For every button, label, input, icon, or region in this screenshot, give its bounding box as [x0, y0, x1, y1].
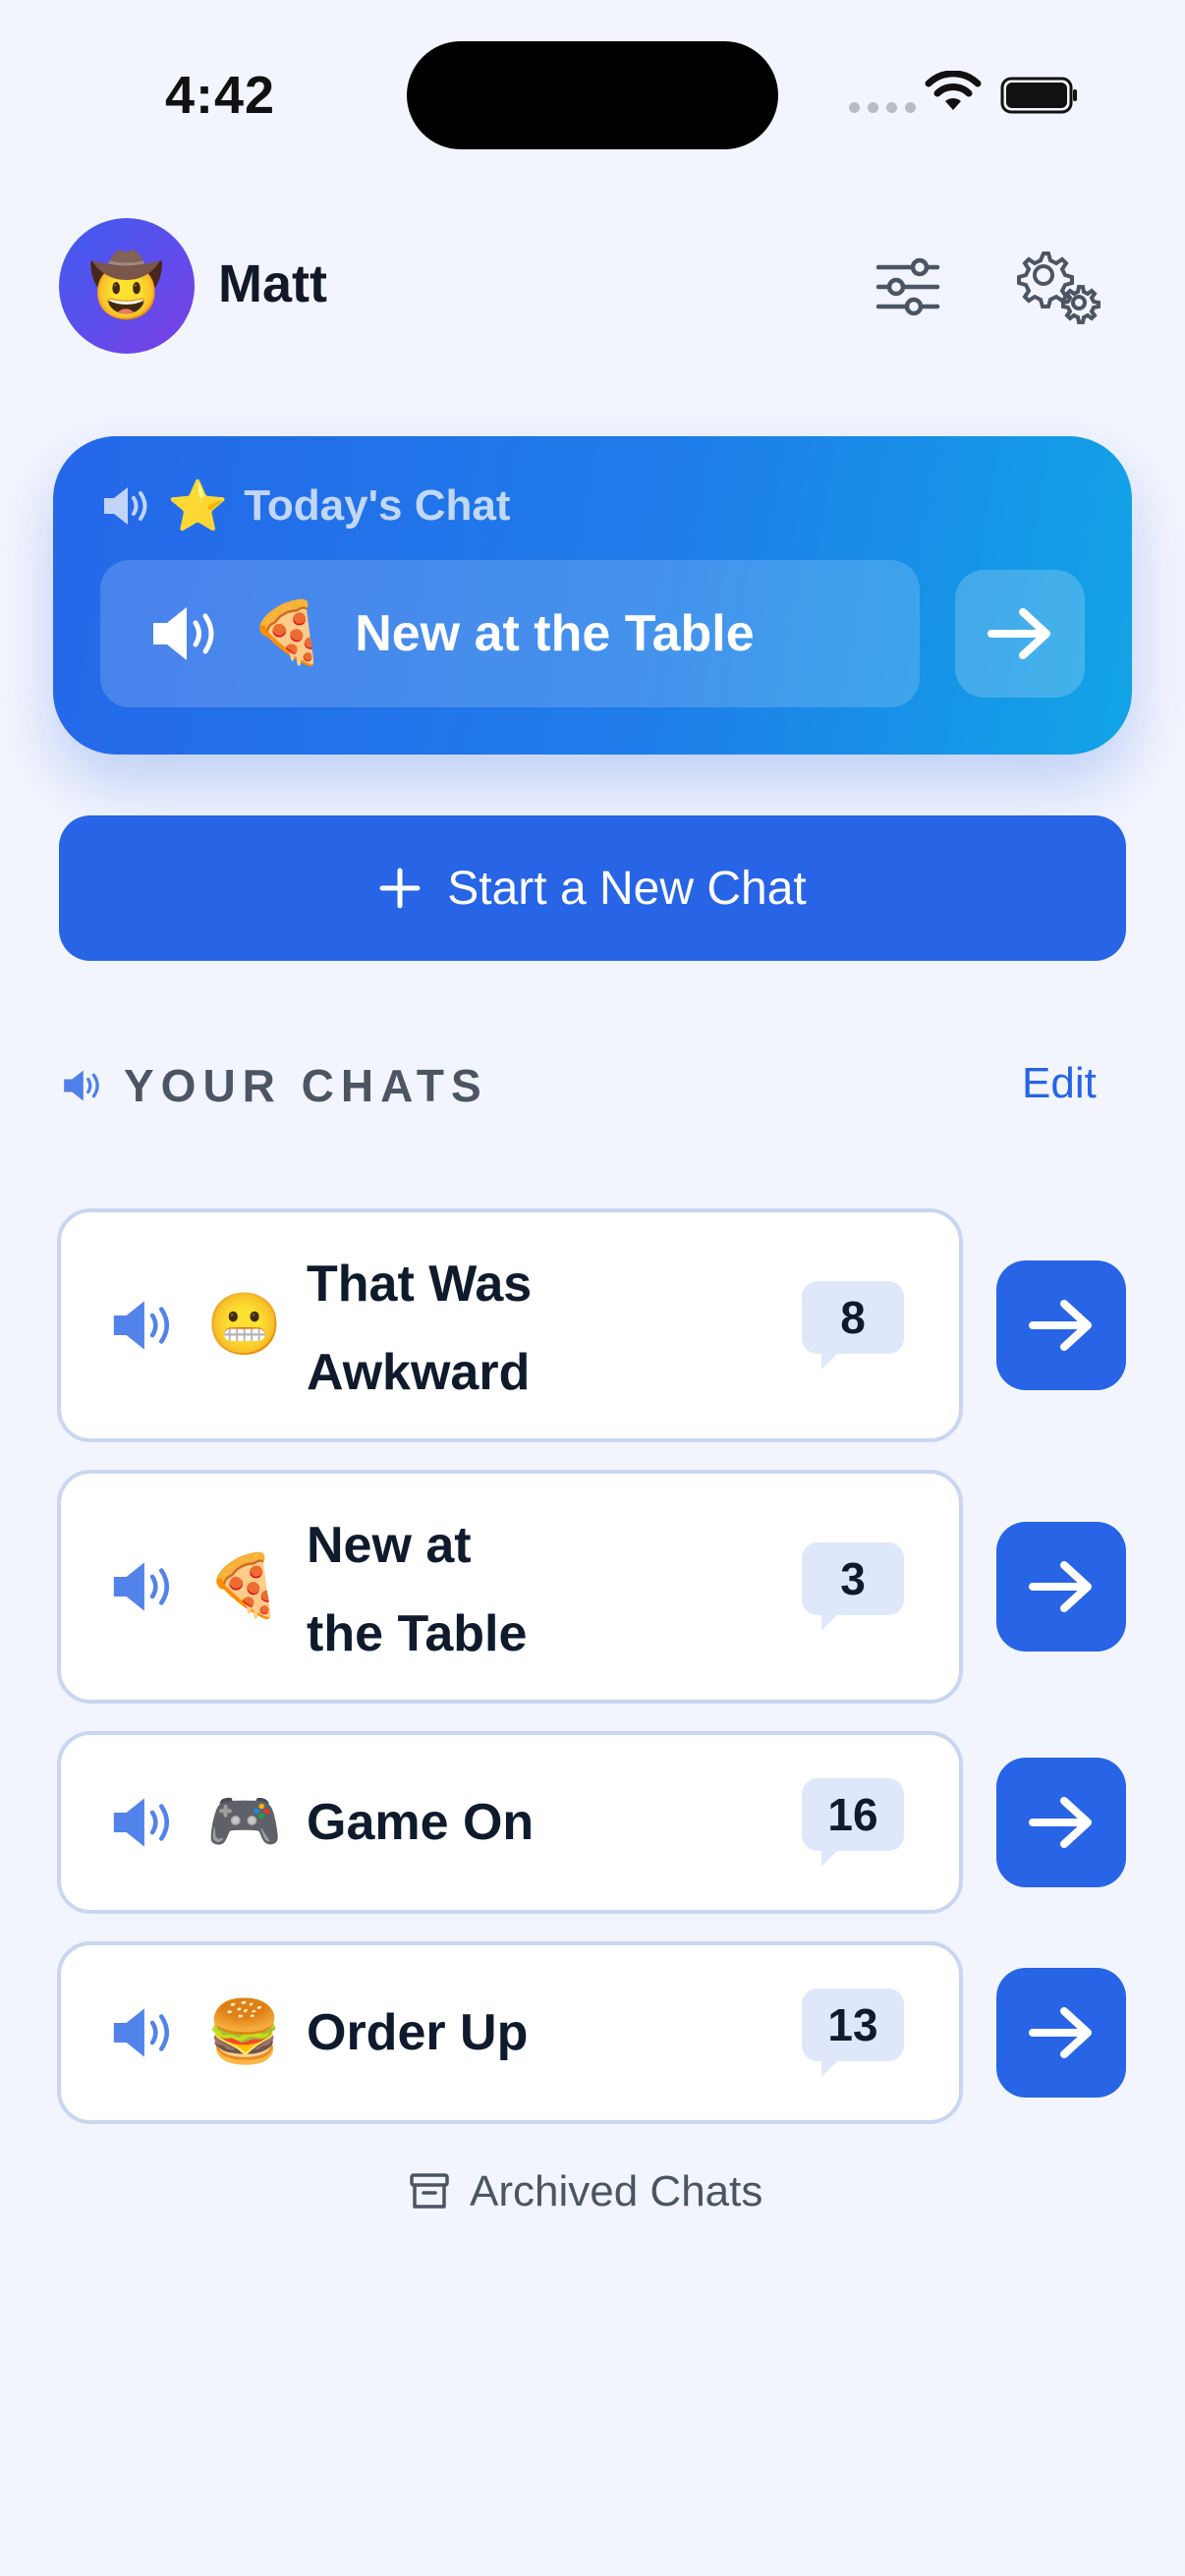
archived-chats-link[interactable]: Archived Chats — [409, 2167, 762, 2216]
todays-chat-label: Today's Chat — [244, 481, 511, 530]
todays-chat-title: New at the Table — [355, 605, 755, 662]
speaker-icon[interactable] — [112, 1298, 175, 1353]
avatar[interactable]: 🤠 — [59, 218, 195, 354]
plus-icon — [379, 868, 421, 909]
message-count: 3 — [840, 1553, 866, 1604]
pizza-emoji: 🍕 — [250, 599, 326, 667]
wifi-icon — [925, 71, 982, 110]
user-name: Matt — [218, 254, 327, 313]
chat-title-line: That Was — [307, 1256, 533, 1313]
speaker-icon — [153, 607, 214, 660]
arrow-right-icon — [1029, 2007, 1092, 2058]
chat-row[interactable]: 🍔 Order Up 13 — [57, 1941, 963, 2124]
chat-emoji: 🍕 — [206, 1552, 283, 1620]
todays-chat-pill[interactable]: 🍕 New at the Table — [100, 560, 920, 707]
chat-title-line: Awkward — [307, 1344, 531, 1401]
dynamic-island — [407, 41, 778, 149]
message-count-badge: 13 — [802, 1988, 904, 2077]
arrow-right-icon — [1029, 1797, 1092, 1848]
arrow-right-icon — [1029, 1561, 1092, 1612]
archived-chats-label: Archived Chats — [470, 2167, 763, 2215]
arrow-right-icon — [988, 608, 1050, 659]
open-chat-button[interactable] — [996, 1758, 1126, 1887]
message-count-badge: 3 — [802, 1542, 904, 1631]
speaker-icon[interactable] — [112, 1795, 175, 1850]
todays-chat-header: ⭐ Today's Chat — [102, 481, 511, 531]
speaker-icon[interactable] — [112, 1559, 175, 1614]
chat-title: Order Up — [307, 2004, 529, 2061]
archive-box-icon — [410, 2173, 449, 2209]
start-new-chat-label: Start a New Chat — [447, 862, 807, 915]
open-chat-button[interactable] — [996, 1522, 1126, 1652]
chat-title: That Was Awkward — [307, 1240, 532, 1417]
gears-icon[interactable] — [1012, 246, 1104, 328]
message-count: 16 — [827, 1789, 878, 1840]
your-chats-header: YOUR CHATS — [61, 1059, 488, 1112]
arrow-right-icon — [1029, 1300, 1092, 1351]
chat-emoji: 🍔 — [206, 1998, 283, 2066]
speaker-icon[interactable] — [112, 2005, 175, 2060]
message-count-badge: 8 — [802, 1281, 904, 1370]
chat-emoji: 😬 — [206, 1291, 283, 1359]
chat-row[interactable]: 🎮 Game On 16 — [57, 1731, 963, 1914]
open-chat-button[interactable] — [996, 1260, 1126, 1390]
speaker-icon — [104, 487, 147, 525]
todays-chat-go-button[interactable] — [955, 570, 1085, 698]
cellular-signal-icon — [849, 102, 916, 113]
message-count: 13 — [827, 1999, 878, 2050]
your-chats-title: YOUR CHATS — [124, 1060, 488, 1111]
message-count: 8 — [840, 1292, 866, 1343]
chat-title: New at the Table — [307, 1501, 527, 1678]
chat-title-line: the Table — [307, 1605, 528, 1662]
open-chat-button[interactable] — [996, 1968, 1126, 2098]
status-time: 4:42 — [165, 66, 276, 125]
speaker-icon — [64, 1070, 99, 1101]
star-icon: ⭐ — [167, 478, 229, 533]
sliders-icon[interactable] — [869, 248, 947, 326]
message-count-badge: 16 — [802, 1778, 904, 1867]
chat-emoji: 🎮 — [206, 1788, 283, 1856]
chat-title-line: New at — [307, 1517, 472, 1574]
start-new-chat-button[interactable]: Start a New Chat — [59, 815, 1126, 961]
edit-button[interactable]: Edit — [1022, 1059, 1097, 1108]
chat-row[interactable]: 😬 That Was Awkward 8 — [57, 1208, 963, 1442]
avatar-emoji: 🤠 — [88, 252, 165, 320]
battery-icon — [1000, 77, 1077, 114]
chat-row[interactable]: 🍕 New at the Table 3 — [57, 1470, 963, 1704]
chat-title: Game On — [307, 1794, 535, 1851]
